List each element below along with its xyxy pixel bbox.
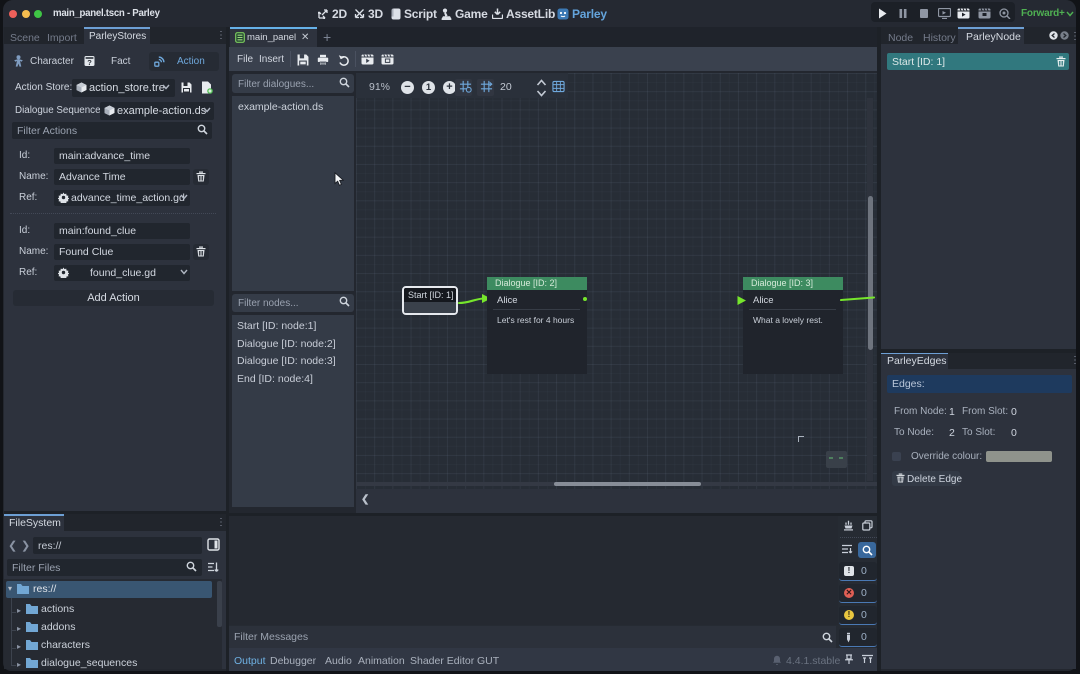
svg-text:?: ? <box>87 58 92 67</box>
